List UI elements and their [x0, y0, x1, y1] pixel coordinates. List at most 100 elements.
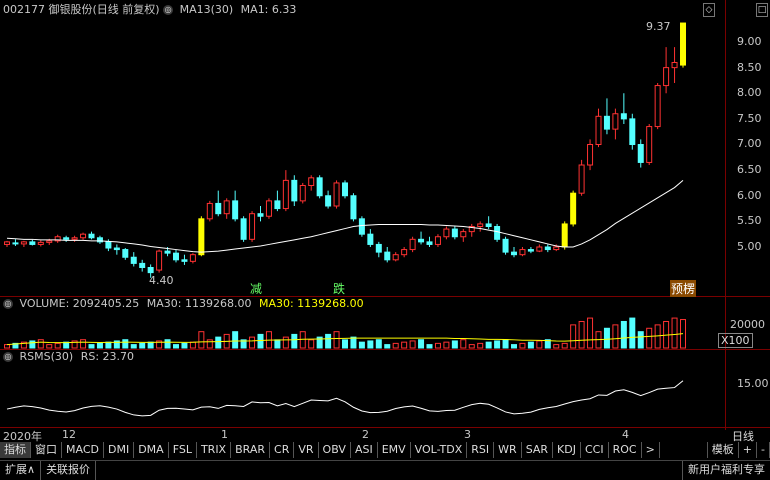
- candle: [4, 241, 10, 245]
- volume-bar: [443, 341, 450, 349]
- tab-wr[interactable]: WR: [494, 442, 522, 458]
- tab-roc[interactable]: ROC: [609, 442, 642, 458]
- candle: [181, 259, 188, 262]
- volume-bar: [122, 339, 129, 349]
- candle: [527, 249, 534, 252]
- tab-brar[interactable]: BRAR: [231, 442, 271, 458]
- candle: [282, 179, 289, 210]
- volume-bar: [282, 336, 289, 349]
- candle: [12, 242, 19, 245]
- volume-bar: [570, 324, 577, 349]
- tab-more[interactable]: >: [642, 442, 660, 458]
- volume-bar: [494, 340, 501, 349]
- candle: [80, 233, 87, 239]
- candle: [316, 177, 323, 197]
- candle: [663, 67, 670, 87]
- volume-bar: [637, 331, 644, 349]
- tab-window[interactable]: 窗口: [31, 442, 62, 458]
- candle: [629, 118, 636, 145]
- candle: [164, 250, 171, 254]
- volume-bar: [485, 341, 492, 349]
- chart-canvas: [4, 22, 686, 417]
- candle: [206, 202, 213, 220]
- bottom-bar: 扩展∧ 关联报价 新用户福利专享: [0, 460, 770, 480]
- expand-button[interactable]: 扩展∧: [0, 461, 42, 480]
- tab-indicator[interactable]: 指标: [0, 442, 31, 458]
- tab-asi[interactable]: ASI: [351, 442, 378, 458]
- volume-bar: [308, 339, 315, 349]
- volume-bar: [4, 344, 10, 349]
- tab-obv[interactable]: OBV: [319, 442, 351, 458]
- candle: [477, 223, 484, 227]
- candle: [451, 228, 458, 238]
- volume-bar: [342, 339, 348, 349]
- volume-bar: [477, 342, 484, 349]
- tab-cr[interactable]: CR: [270, 442, 295, 458]
- candle: [502, 238, 509, 253]
- volume-bar: [451, 340, 458, 349]
- volume-bar: [173, 344, 179, 349]
- volume-bar: [460, 339, 467, 349]
- volume-bar: [80, 339, 87, 349]
- candle: [71, 237, 78, 240]
- candle: [156, 250, 163, 271]
- volume-bar: [384, 344, 391, 349]
- candle: [418, 238, 425, 243]
- new-user-promo-link[interactable]: 新用户福利专享: [682, 461, 770, 480]
- tab-sar[interactable]: SAR: [522, 442, 554, 458]
- candle: [519, 249, 526, 256]
- volume-bar: [536, 340, 543, 349]
- indicator-tab-bar: 指标 窗口 MACD DMI DMA FSL TRIX BRAR CR VR O…: [0, 442, 770, 458]
- rsms-line: [6, 380, 684, 417]
- volume-bar: [418, 339, 425, 349]
- candle: [620, 113, 627, 120]
- candle: [536, 246, 543, 252]
- candle: [350, 195, 357, 220]
- tab-emv[interactable]: EMV: [378, 442, 411, 458]
- tab-kdj[interactable]: KDJ: [553, 442, 581, 458]
- volume-bar: [105, 341, 112, 349]
- volume-bar: [189, 341, 196, 349]
- tab-trix[interactable]: TRIX: [197, 442, 232, 458]
- tab-vol-tdx[interactable]: VOL-TDX: [411, 442, 468, 458]
- volume-bar: [578, 320, 585, 349]
- candle: [291, 179, 298, 202]
- volume-bar: [96, 342, 103, 349]
- tab-cci[interactable]: CCI: [581, 442, 609, 458]
- candle: [113, 247, 120, 251]
- related-quotes-button[interactable]: 关联报价: [41, 461, 97, 480]
- tab-spacer: [660, 442, 707, 458]
- volume-bar: [375, 339, 382, 349]
- volume-bar: [367, 340, 374, 349]
- candle: [443, 228, 450, 238]
- volume-bar: [671, 317, 678, 349]
- tab-template[interactable]: 模板: [706, 442, 739, 458]
- candle: [460, 231, 467, 238]
- volume-bar: [527, 341, 534, 349]
- candle: [544, 246, 551, 251]
- tab-dma[interactable]: DMA: [134, 442, 169, 458]
- tab-remove[interactable]: -: [757, 442, 770, 458]
- tab-macd[interactable]: MACD: [62, 442, 104, 458]
- candle: [671, 62, 678, 69]
- candle: [249, 213, 256, 240]
- volume-bar: [249, 336, 256, 349]
- tab-dmi[interactable]: DMI: [104, 442, 135, 458]
- candle: [240, 218, 247, 240]
- candle: [37, 241, 44, 245]
- volume-bar: [434, 342, 441, 349]
- candle: [646, 126, 653, 163]
- tab-rsi[interactable]: RSI: [467, 442, 495, 458]
- candle: [603, 115, 610, 130]
- candle: [595, 115, 602, 145]
- candle: [130, 256, 137, 264]
- tab-fsl[interactable]: FSL: [169, 442, 197, 458]
- candle: [105, 241, 112, 249]
- tab-add[interactable]: +: [739, 442, 758, 458]
- volume-bar: [257, 333, 264, 349]
- volume-bar: [553, 344, 560, 349]
- candle: [215, 202, 222, 215]
- volume-bar: [426, 344, 433, 349]
- candle: [494, 226, 501, 240]
- tab-vr[interactable]: VR: [294, 442, 319, 458]
